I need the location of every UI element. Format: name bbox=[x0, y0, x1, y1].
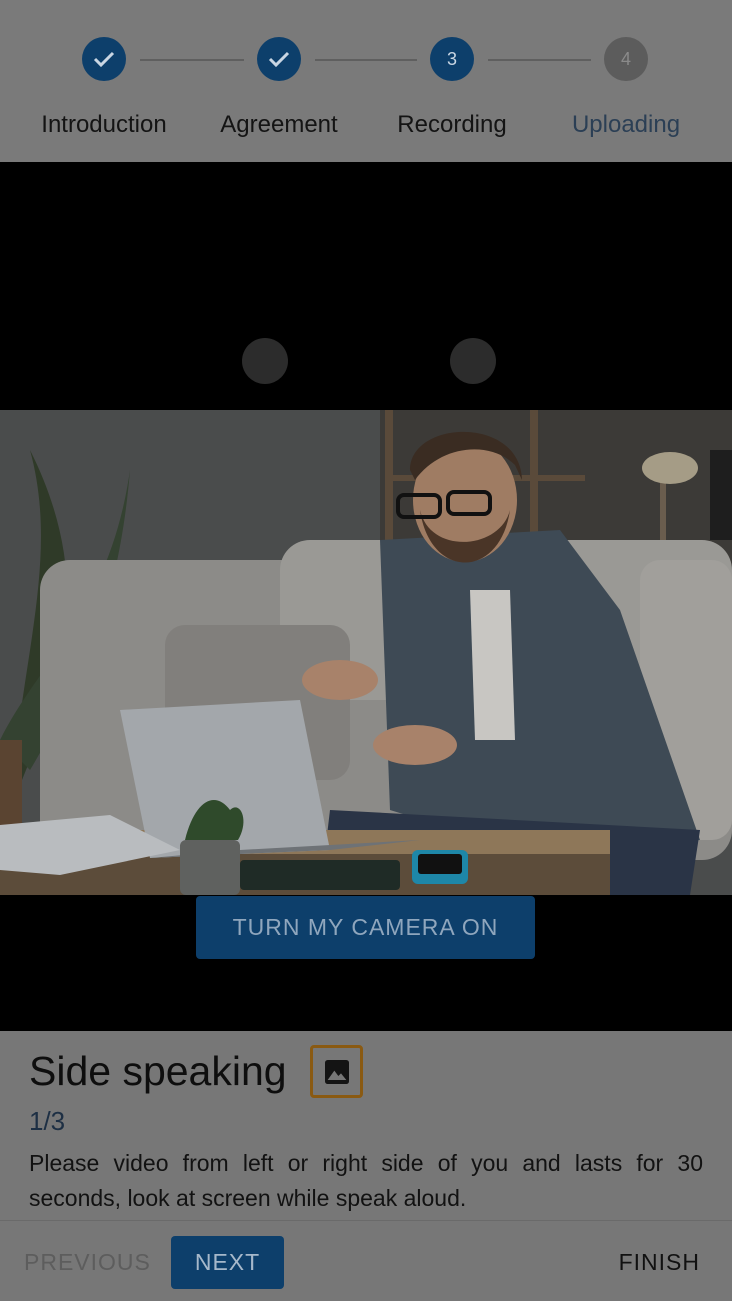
check-icon bbox=[82, 37, 126, 81]
image-icon bbox=[324, 1059, 349, 1084]
prompt-description: Please video from left or right side of … bbox=[29, 1150, 703, 1211]
placeholder-dot bbox=[242, 338, 288, 384]
placeholder-dot bbox=[450, 338, 496, 384]
step-number: 3 bbox=[430, 37, 474, 81]
stepper: Introduction Agreement 3 Recording 4 Upl… bbox=[0, 0, 732, 163]
step-introduction[interactable]: Introduction bbox=[29, 37, 179, 139]
sample-illustration bbox=[0, 410, 732, 895]
footer-nav: PREVIOUS NEXT FINISH bbox=[0, 1220, 732, 1301]
step-uploading[interactable]: 4 Uploading bbox=[551, 37, 701, 139]
previous-button[interactable]: PREVIOUS bbox=[24, 1249, 151, 1276]
step-recording[interactable]: 3 Recording bbox=[377, 37, 527, 139]
prompt-progress: 1/3 bbox=[29, 1106, 66, 1136]
step-label: Recording bbox=[397, 111, 507, 138]
check-icon bbox=[257, 37, 301, 81]
step-label: Uploading bbox=[571, 111, 681, 138]
prompt-panel: Side speaking 1/3 Please video from left… bbox=[0, 1031, 732, 1221]
finish-button[interactable]: FINISH bbox=[619, 1249, 700, 1276]
step-label: Introduction bbox=[41, 111, 167, 138]
next-button[interactable]: NEXT bbox=[171, 1236, 284, 1289]
view-example-image-button[interactable] bbox=[310, 1045, 363, 1098]
step-label: Agreement bbox=[220, 111, 338, 138]
step-agreement[interactable]: Agreement bbox=[204, 37, 354, 139]
prompt-title: Side speaking bbox=[29, 1048, 287, 1094]
step-number: 4 bbox=[604, 37, 648, 81]
turn-camera-on-button[interactable]: TURN MY CAMERA ON bbox=[196, 896, 535, 959]
video-preview: TURN MY CAMERA ON bbox=[0, 162, 732, 1031]
